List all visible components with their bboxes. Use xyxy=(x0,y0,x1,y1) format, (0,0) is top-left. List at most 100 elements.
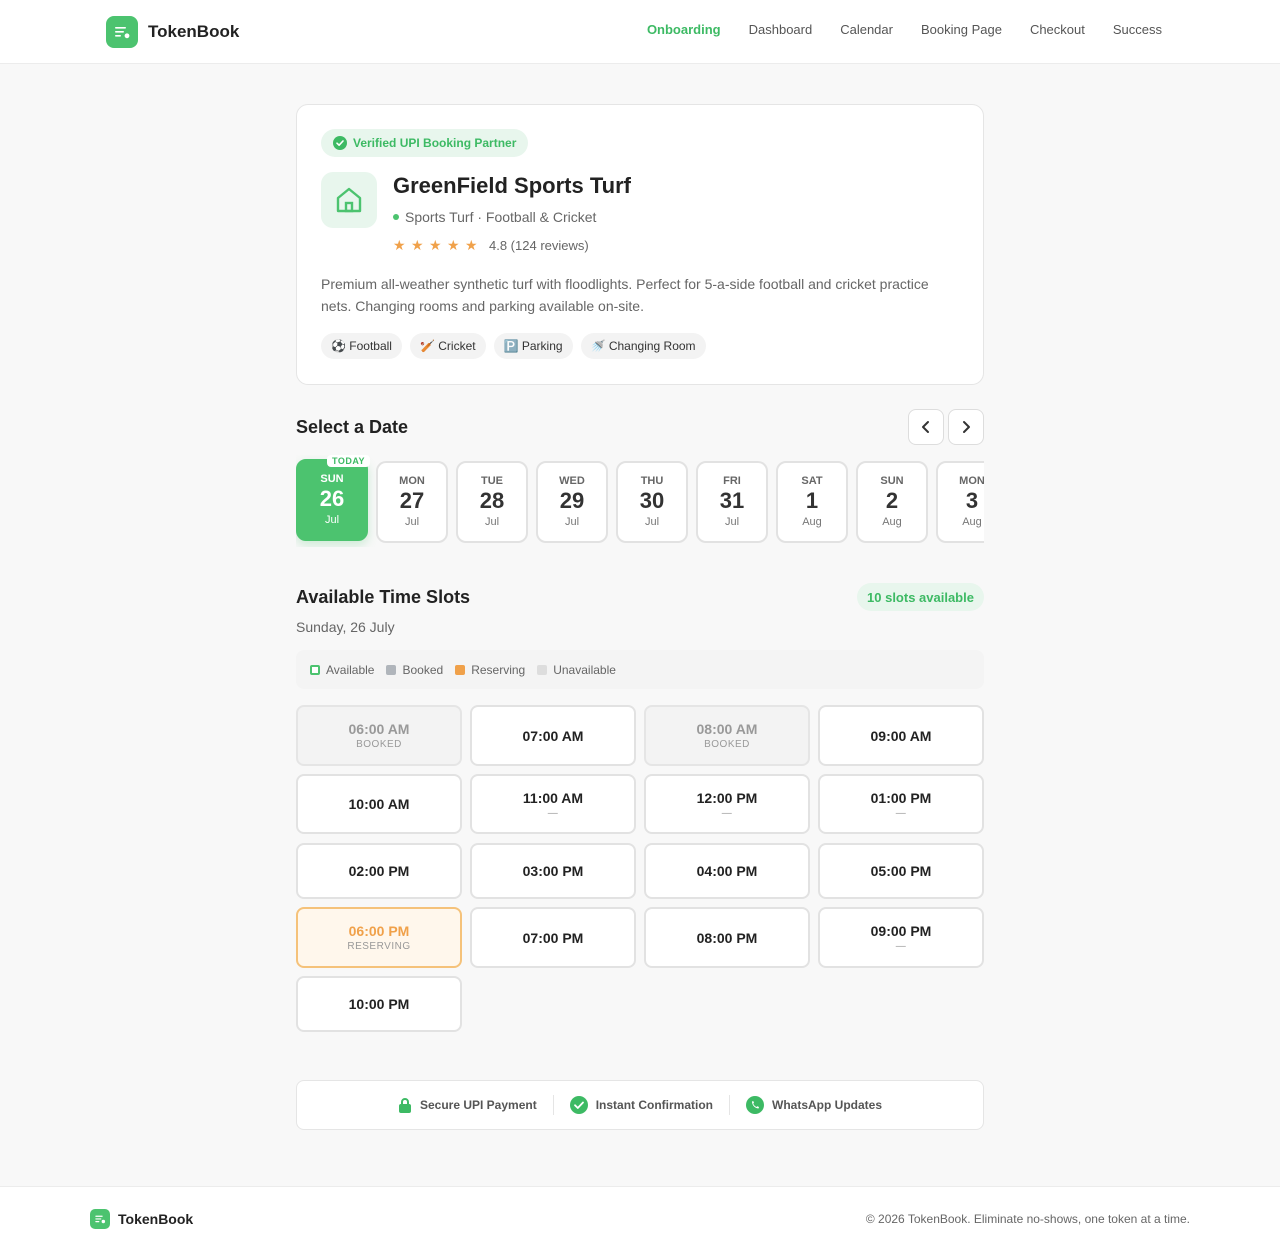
time-slot-available[interactable]: 09:00 AM xyxy=(818,705,984,766)
venue-category-text: Sports Turf · Football & Cricket xyxy=(405,209,597,225)
legend-label: Booked xyxy=(402,662,444,677)
nav-checkout[interactable]: Checkout xyxy=(1030,22,1085,37)
date-day: 29 xyxy=(559,488,585,513)
date-day: 2 xyxy=(885,488,899,513)
nav-success[interactable]: Success xyxy=(1113,22,1162,37)
today-badge: TODAY xyxy=(327,455,371,467)
date-month: Jul xyxy=(404,516,420,528)
date-chip[interactable]: FRI 31 Jul xyxy=(696,461,768,543)
status-dot xyxy=(393,214,399,220)
date-chip[interactable]: WED 29 Jul xyxy=(536,461,608,543)
slot-time: 05:00 PM xyxy=(870,863,932,879)
slot-time: 08:00 AM xyxy=(696,721,758,737)
time-slot-available[interactable]: 07:00 AM xyxy=(470,705,636,766)
prev-dates-button[interactable] xyxy=(908,409,944,445)
time-slot-available[interactable]: 08:00 PM xyxy=(644,907,810,968)
footer-brand-name: TokenBook xyxy=(118,1211,194,1227)
time-slot-available[interactable]: 05:00 PM xyxy=(818,843,984,899)
time-slot-unavailable[interactable]: 12:00 PM — xyxy=(644,774,810,834)
slot-time: 02:00 PM xyxy=(348,863,410,879)
time-slot-unavailable[interactable]: 01:00 PM — xyxy=(818,774,984,834)
date-weekday: MON xyxy=(399,475,425,487)
slot-status: — xyxy=(547,807,559,819)
top-navbar: TokenBook Onboarding Dashboard Calendar … xyxy=(0,0,1280,64)
date-chip[interactable]: TODAY SUN 26 Jul xyxy=(296,455,371,541)
tag-changing-room: 🚿 Changing Room xyxy=(580,333,706,359)
date-weekday: SUN xyxy=(320,473,344,485)
next-dates-button[interactable] xyxy=(948,409,984,445)
star-icon: ★ xyxy=(411,237,424,253)
time-slot-unavailable[interactable]: 11:00 AM — xyxy=(470,774,636,834)
star-icon: ★ xyxy=(429,237,442,253)
time-slot-booked[interactable]: 06:00 AM BOOKED xyxy=(296,705,462,766)
chevron-left-icon xyxy=(922,421,929,433)
lock-icon xyxy=(398,1098,411,1113)
date-weekday: SAT xyxy=(801,475,823,487)
date-chip[interactable]: TUE 28 Jul xyxy=(456,461,528,543)
date-chip[interactable]: MON 3 Aug xyxy=(936,461,984,543)
star-icon: ★ xyxy=(393,237,406,253)
legend-item: Available xyxy=(310,663,374,677)
rating-text: 4.8 (124 reviews) xyxy=(489,238,589,253)
date-chip[interactable]: SUN 2 Aug xyxy=(856,461,928,543)
date-day: 1 xyxy=(805,488,819,513)
legend-item: Booked xyxy=(386,663,443,677)
verified-badge-label: Verified UPI Booking Partner xyxy=(353,136,517,150)
date-month: Jul xyxy=(324,514,340,526)
star-icon: ★ xyxy=(447,237,460,253)
date-day: 27 xyxy=(399,488,425,513)
date-chip[interactable]: THU 30 Jul xyxy=(616,461,688,543)
slot-time: 09:00 AM xyxy=(870,727,932,744)
nav-dashboard[interactable]: Dashboard xyxy=(749,22,813,37)
main-nav: Onboarding Dashboard Calendar Booking Pa… xyxy=(647,22,1162,37)
footer-brand[interactable]: TokenBook xyxy=(90,1209,193,1229)
date-day: 3 xyxy=(965,488,979,513)
date-weekday: WED xyxy=(559,475,585,487)
time-slot-reserving[interactable]: 06:00 PM RESERVING xyxy=(296,907,462,968)
trust-whatsapp-updates: WhatsApp Updates xyxy=(730,1096,898,1114)
time-slot-available[interactable]: 07:00 PM xyxy=(470,907,636,968)
brand[interactable]: TokenBook xyxy=(106,16,239,48)
time-slot-available[interactable]: 10:00 PM xyxy=(296,976,462,1032)
nav-onboarding[interactable]: Onboarding xyxy=(647,22,721,37)
venue-card: Verified UPI Booking Partner GreenField … xyxy=(296,104,984,385)
check-circle-icon xyxy=(333,136,347,150)
time-slot-available[interactable]: 03:00 PM xyxy=(470,843,636,899)
date-weekday: MON xyxy=(959,475,984,487)
date-section-title: Select a Date xyxy=(296,417,409,437)
slots-count-badge: 10 slots available xyxy=(857,583,984,611)
legend-swatch xyxy=(455,664,466,675)
nav-booking-page[interactable]: Booking Page xyxy=(921,22,1002,37)
slot-status: — xyxy=(895,941,907,952)
slot-time: 12:00 PM xyxy=(696,789,758,806)
slot-time: 10:00 AM xyxy=(348,796,410,812)
amenity-tags: ⚽ Football 🏏 Cricket 🅿️ Parking 🚿 Changi… xyxy=(321,333,706,359)
legend-item: Reserving xyxy=(455,663,525,677)
tag-football: ⚽ Football xyxy=(321,333,402,359)
trust-bar: Secure UPI Payment Instant Confirmation … xyxy=(296,1080,984,1130)
date-chip[interactable]: SAT 1 Aug xyxy=(776,461,848,543)
slot-time: 11:00 AM xyxy=(522,789,584,806)
date-month: Jul xyxy=(484,516,500,528)
legend-swatch xyxy=(537,664,548,675)
slot-time: 04:00 PM xyxy=(696,863,758,879)
copyright: © 2026 TokenBook. Eliminate no-shows, on… xyxy=(865,1212,1190,1226)
slot-time: 06:00 PM xyxy=(348,923,410,939)
logo-icon xyxy=(106,16,138,48)
slot-time: 06:00 AM xyxy=(348,721,410,737)
time-slot-available[interactable]: 02:00 PM xyxy=(296,843,462,899)
time-slot-unavailable[interactable]: 09:00 PM — xyxy=(818,907,984,968)
time-slot-available[interactable]: 10:00 AM xyxy=(296,774,462,834)
trust-secure-payment: Secure UPI Payment xyxy=(382,1097,553,1113)
time-slot-available[interactable]: 04:00 PM xyxy=(644,843,810,899)
legend-swatch xyxy=(386,664,397,675)
time-slot-booked[interactable]: 08:00 AM BOOKED xyxy=(644,705,810,766)
date-chip[interactable]: MON 27 Jul xyxy=(376,461,448,543)
slot-status: BOOKED xyxy=(356,739,402,750)
slot-time: 08:00 PM xyxy=(696,929,758,946)
nav-calendar[interactable]: Calendar xyxy=(840,22,893,37)
date-month: Aug xyxy=(882,516,902,528)
home-icon xyxy=(321,172,377,228)
slots-section-title: Available Time Slots xyxy=(296,587,471,607)
venue-name: GreenField Sports Turf xyxy=(393,173,631,198)
